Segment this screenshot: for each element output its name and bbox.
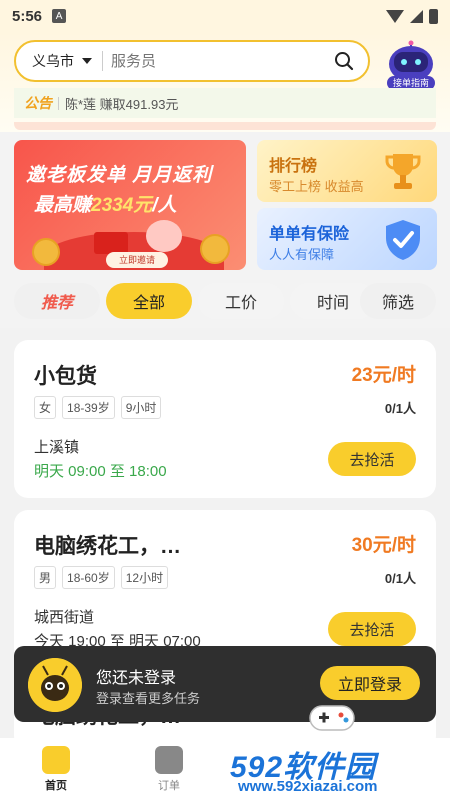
job-location: 城西街道 <box>34 609 95 626</box>
search-divider <box>102 51 103 71</box>
insurance-title: 单单有保险 <box>269 226 350 243</box>
job-title: 电脑绣花工，… <box>34 535 181 558</box>
login-prompt: 您还未登录 登录查看更多任务 立即登录 <box>14 646 436 722</box>
job-tag-age: 18-60岁 <box>62 566 115 589</box>
battery-icon <box>429 8 438 24</box>
job-card[interactable]: 电脑绣花工，… 30元/时 男 18-60岁 12小时 0/1人 城西街道 今天… <box>14 510 436 668</box>
notice-text: 陈*莲 赚取491.93元 <box>65 96 179 112</box>
job-tag-gender: 男 <box>34 566 57 589</box>
watermark-url: www.592xiazai.com <box>238 778 378 795</box>
login-button[interactable]: 立即登录 <box>320 666 420 700</box>
wifi-icon <box>386 9 404 23</box>
search-icon[interactable] <box>334 51 354 71</box>
home-bag-icon <box>42 746 70 774</box>
job-location: 上溪镇 <box>34 439 80 456</box>
login-subtitle: 登录查看更多任务 <box>96 691 201 706</box>
peach-mascot-icon <box>146 220 182 252</box>
ranking-banner[interactable]: 排行榜 零工上榜 收益高 <box>257 140 437 202</box>
tab-recommend[interactable]: 推荐 <box>14 283 100 319</box>
header: 义乌市 接单指南 公告 陈*莲 赚取491.93元 <box>0 32 450 132</box>
search-input[interactable] <box>111 52 311 70</box>
site-watermark: 592软件园 www.592xiazai.com <box>222 738 450 800</box>
status-bar: 5:56 A <box>0 0 450 32</box>
tab-wage[interactable]: 工价 <box>198 283 284 319</box>
grab-job-button[interactable]: 去抢活 <box>328 612 416 646</box>
ranking-title: 排行榜 <box>269 158 318 175</box>
notice-tag: 公告 <box>24 95 52 111</box>
job-title: 小包货 <box>34 365 97 388</box>
banner-line2: 最高赚2334元/人 <box>34 190 177 217</box>
orders-icon <box>155 746 183 774</box>
banner-line1: 邀老板发单 月月返利 <box>26 165 213 186</box>
job-tag-hours: 12小时 <box>120 566 169 589</box>
job-quota: 0/1人 <box>384 571 416 586</box>
job-quota: 0/1人 <box>384 401 416 416</box>
nav-item-orders[interactable]: 订单 <box>139 746 199 793</box>
notice-underline <box>14 122 436 130</box>
filter-tabs: 推荐 全部 工价 时间 筛选 <box>14 283 450 319</box>
tab-filter[interactable]: 筛选 <box>360 283 436 319</box>
trophy-icon <box>385 154 421 189</box>
red-envelope-icon <box>94 232 128 254</box>
job-tag-age: 18-39岁 <box>62 396 115 419</box>
invite-boss-banner[interactable]: 邀老板发单 月月返利 最高赚2334元/人 立即邀请 <box>14 140 246 270</box>
job-tag-hours: 9小时 <box>120 396 162 419</box>
coin-icon <box>32 238 60 266</box>
job-wage: 23元/时 <box>351 365 416 386</box>
notice-divider <box>58 96 59 110</box>
nav-item-home[interactable]: 首页 <box>26 746 86 793</box>
search-bar[interactable]: 义乌市 <box>14 40 370 82</box>
caret-down-icon[interactable] <box>82 58 92 64</box>
ranking-subtitle: 零工上榜 收益高 <box>269 179 364 194</box>
job-tag-gender: 女 <box>34 396 57 419</box>
tab-all[interactable]: 全部 <box>106 283 192 319</box>
coin-icon <box>200 234 230 264</box>
invite-now-button[interactable]: 立即邀请 <box>106 252 168 268</box>
signal-icon <box>410 9 423 23</box>
insurance-banner[interactable]: 单单有保险 人人有保障 <box>257 208 437 270</box>
login-title: 您还未登录 <box>96 670 177 687</box>
nav-label-home: 首页 <box>45 780 67 792</box>
grab-job-button[interactable]: 去抢活 <box>328 442 416 476</box>
banner-line2-amount: 2334元 <box>91 195 153 216</box>
robot-guide-icon[interactable]: 接单指南 <box>385 40 437 92</box>
insurance-subtitle: 人人有保障 <box>269 247 335 262</box>
game-controller-icon <box>309 705 355 731</box>
ant-mascot-avatar <box>28 658 82 712</box>
job-tags: 女 18-39岁 9小时 <box>34 396 162 419</box>
shield-check-icon <box>386 220 420 260</box>
notice-bar: 公告 陈*莲 赚取491.93元 <box>14 88 436 118</box>
job-time: 明天 09:00 至 18:00 <box>34 463 167 480</box>
job-wage: 30元/时 <box>351 535 416 556</box>
status-time: 5:56 <box>12 7 43 25</box>
city-selector[interactable]: 义乌市 <box>32 51 74 71</box>
job-card[interactable]: 小包货 23元/时 女 18-39岁 9小时 0/1人 上溪镇 明天 09:00… <box>14 340 436 498</box>
job-tags: 男 18-60岁 12小时 <box>34 566 169 589</box>
banner-line2-suffix: /人 <box>152 195 177 216</box>
notification-a-icon: A <box>52 9 67 23</box>
nav-label-orders: 订单 <box>158 780 180 792</box>
banner-line2-prefix: 最高赚 <box>34 195 92 216</box>
